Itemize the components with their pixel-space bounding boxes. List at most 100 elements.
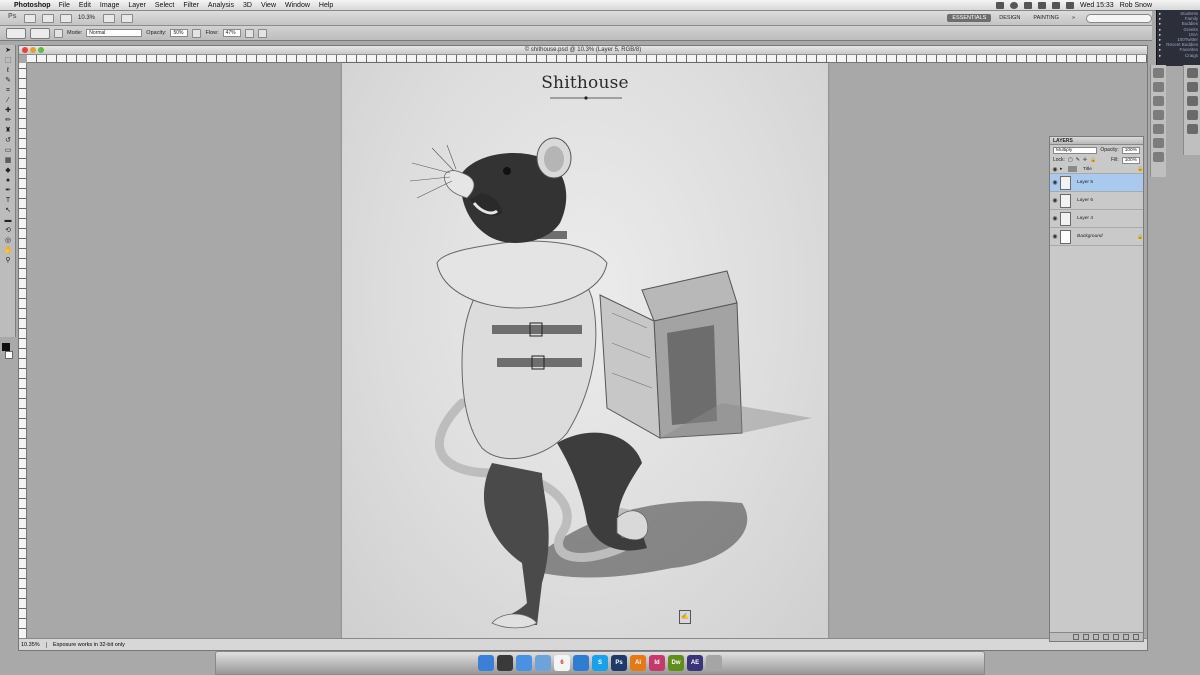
mode-select[interactable]: Normal (86, 29, 143, 37)
artwork-canvas[interactable]: Shithouse ✍ (342, 63, 828, 640)
crop-tool-icon[interactable]: ⌗ (2, 87, 14, 95)
path-select-tool-icon[interactable]: ↖ (2, 207, 14, 215)
wifi-icon[interactable] (1037, 1, 1046, 9)
visibility-eye-icon[interactable]: ◉ (1050, 233, 1060, 240)
dashboard-icon[interactable] (497, 655, 513, 671)
buddy-group[interactable]: ▸ Craigs (1159, 53, 1198, 58)
status-zoom-field[interactable]: 10.35% (19, 641, 47, 648)
menu-3d[interactable]: 3D (243, 2, 252, 9)
menu-help[interactable]: Help (319, 2, 333, 9)
gradient-tool-icon[interactable]: ▦ (2, 157, 14, 165)
adjustments-panel-icon[interactable] (1153, 96, 1164, 106)
workspace-painting[interactable]: PAINTING (1028, 14, 1064, 22)
paragraph-panel-icon[interactable] (1187, 82, 1198, 92)
3d-panel-icon[interactable] (1153, 68, 1164, 78)
zoom-level[interactable]: 10.3% (78, 15, 95, 21)
screen-mode-button[interactable] (121, 13, 134, 23)
fill-field[interactable]: 100% (1121, 156, 1140, 164)
visibility-eye-icon[interactable]: ◉ (1050, 197, 1060, 204)
photoshop-icon[interactable]: Ps (611, 655, 627, 671)
layer-opacity-field[interactable]: 100% (1121, 146, 1140, 154)
add-mask-icon[interactable] (1093, 634, 1099, 640)
styles-panel-icon[interactable] (1187, 110, 1198, 120)
link-layers-icon[interactable] (1073, 634, 1079, 640)
brush-tool-icon[interactable]: ✏ (2, 117, 14, 125)
menu-analysis[interactable]: Analysis (208, 2, 234, 9)
move-tool-icon[interactable]: ➤ (2, 47, 14, 55)
visibility-eye-icon[interactable]: ◉ (1050, 179, 1060, 186)
airbrush-icon[interactable] (244, 28, 254, 38)
user-name[interactable]: Rob Snow (1120, 2, 1152, 9)
type-tool-icon[interactable]: T (2, 197, 14, 205)
close-window-icon[interactable] (22, 47, 28, 53)
marquee-tool-icon[interactable]: ⬚ (2, 57, 14, 65)
shape-tool-icon[interactable]: ▬ (2, 217, 14, 225)
eraser-tool-icon[interactable]: ▭ (2, 147, 14, 155)
safari-icon[interactable] (573, 655, 589, 671)
vertical-ruler[interactable] (19, 63, 27, 638)
clock[interactable]: Wed 15:33 (1080, 2, 1114, 9)
lock-all-icon[interactable]: 🔒 (1090, 157, 1096, 163)
finder-icon[interactable] (478, 655, 494, 671)
pressure-size-icon[interactable] (257, 28, 267, 38)
volume-icon[interactable] (1051, 1, 1060, 9)
brush-preset-picker[interactable] (30, 27, 50, 39)
character-panel-icon[interactable] (1153, 82, 1164, 92)
tool-preset-picker[interactable] (6, 27, 26, 39)
menu-filter[interactable]: Filter (183, 2, 199, 9)
opacity-field[interactable]: 50% (170, 29, 189, 37)
lasso-tool-icon[interactable]: ℓ (2, 67, 14, 75)
search-field[interactable] (1086, 13, 1152, 23)
after-effects-icon[interactable]: AE (687, 655, 703, 671)
arrange-documents-button[interactable] (103, 13, 116, 23)
horizontal-ruler[interactable] (27, 55, 1147, 63)
menu-select[interactable]: Select (155, 2, 174, 9)
lock-position-icon[interactable]: ✛ (1083, 157, 1087, 163)
layer-row-layer-6[interactable]: ◉ Layer 6 (1050, 192, 1143, 210)
app-menu[interactable]: Photoshop (14, 2, 51, 9)
lock-transparency-icon[interactable]: ▢ (1068, 157, 1073, 163)
blur-tool-icon[interactable]: ◆ (2, 167, 14, 175)
history-brush-tool-icon[interactable]: ↺ (2, 137, 14, 145)
layer-row-background[interactable]: ◉ Background 🔒 (1050, 228, 1143, 246)
foreground-color-swatch[interactable] (2, 343, 10, 351)
trash-icon[interactable] (706, 655, 722, 671)
workspace-design[interactable]: DESIGN (994, 14, 1025, 22)
brush-panel-toggle-icon[interactable] (54, 28, 63, 38)
history-panel-icon[interactable] (1187, 68, 1198, 78)
blend-mode-select[interactable]: Multiply (1053, 146, 1098, 154)
visibility-eye-icon[interactable]: ◉ (1050, 166, 1060, 173)
3d-rotate-tool-icon[interactable]: ⟲ (2, 227, 14, 235)
illustrator-icon[interactable]: Ai (630, 655, 646, 671)
masks-panel-icon[interactable] (1153, 110, 1164, 120)
eyedropper-tool-icon[interactable]: ⁄ (2, 97, 14, 105)
healing-tool-icon[interactable]: ✚ (2, 107, 14, 115)
flow-field[interactable]: 47% (222, 29, 241, 37)
indesign-icon[interactable]: Id (649, 655, 665, 671)
minimize-window-icon[interactable] (30, 47, 36, 53)
hand-tool-icon[interactable]: ✋ (2, 247, 14, 255)
bluetooth-icon[interactable] (1023, 1, 1032, 9)
brushes-panel-icon[interactable] (1153, 124, 1164, 134)
clone-source-panel-icon[interactable] (1153, 138, 1164, 148)
layer-style-icon[interactable] (1083, 634, 1089, 640)
bridge-button[interactable] (24, 13, 36, 23)
mini-bridge-button[interactable] (42, 13, 54, 23)
mail-icon[interactable] (535, 655, 551, 671)
layer-row-title-group[interactable]: ◉ ▸ Title 🔒 (1050, 165, 1143, 174)
battery-icon[interactable] (1065, 1, 1074, 9)
zoom-tool-icon[interactable]: ⚲ (2, 257, 14, 265)
delete-layer-icon[interactable] (1133, 634, 1139, 640)
sync-icon[interactable] (1009, 1, 1018, 9)
menu-window[interactable]: Window (285, 2, 310, 9)
disclosure-triangle-icon[interactable]: ▸ (1060, 166, 1068, 172)
zoom-window-icon[interactable] (38, 47, 44, 53)
menu-view[interactable]: View (261, 2, 276, 9)
calendar-icon[interactable]: 6 (554, 655, 570, 671)
menu-image[interactable]: Image (100, 2, 119, 9)
adjustment-layer-icon[interactable] (1103, 634, 1109, 640)
workspace-more[interactable]: » (1067, 14, 1080, 22)
skype-icon[interactable]: S (592, 655, 608, 671)
layer-row-layer-4[interactable]: ◉ Layer 4 (1050, 210, 1143, 228)
layers-panel-title[interactable]: LAYERS (1050, 137, 1143, 145)
